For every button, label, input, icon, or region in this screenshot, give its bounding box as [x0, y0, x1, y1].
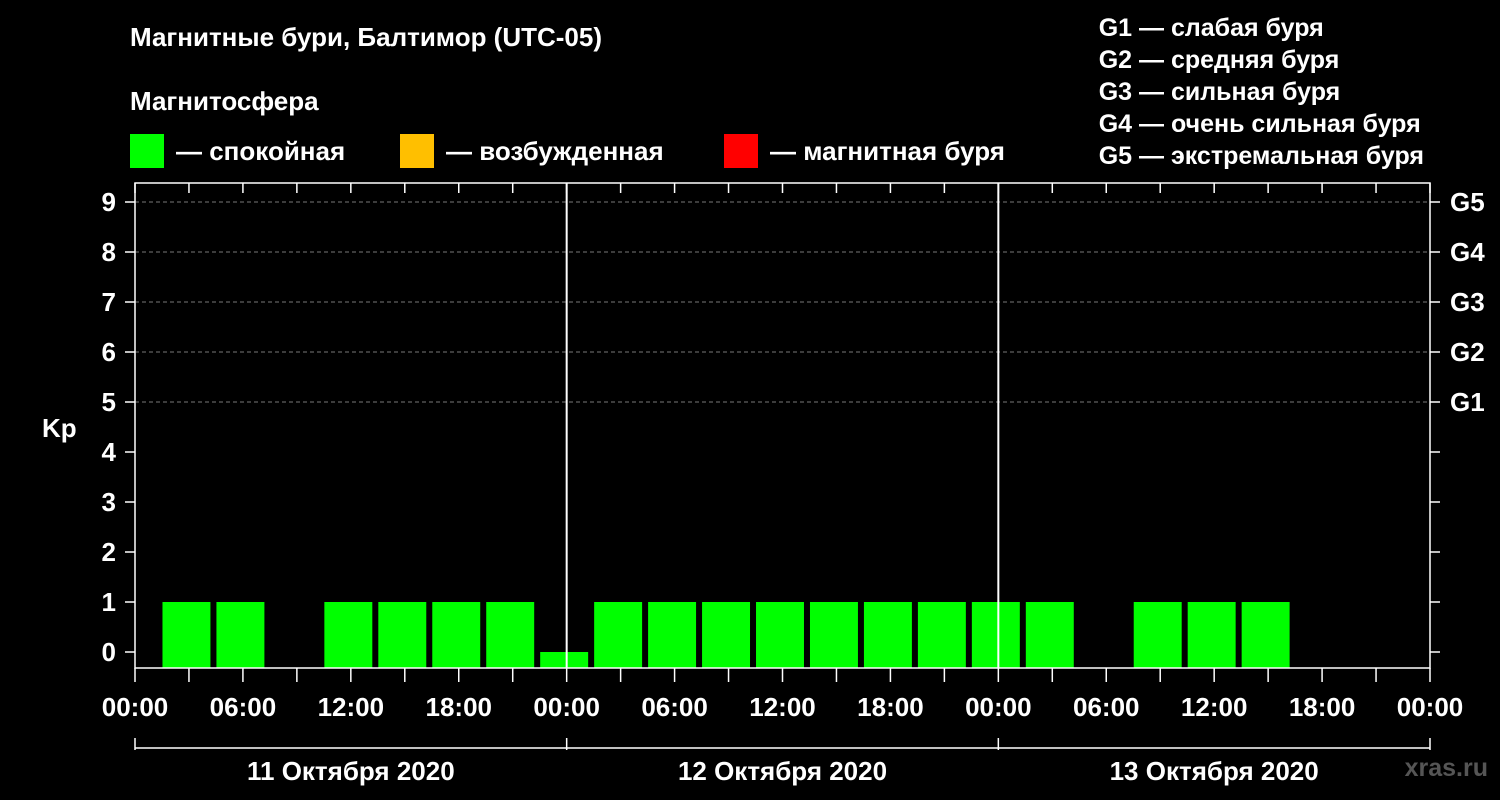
kp-bar [809, 602, 858, 668]
kp-bar [162, 602, 211, 668]
plot-frame [134, 182, 1431, 669]
kp-bar [863, 602, 912, 668]
x-tick-label: 06:00 [210, 692, 277, 722]
y-tick-label: 2 [102, 537, 116, 567]
kp-bar [917, 602, 966, 668]
kp-bar [594, 602, 643, 668]
kp-bar [1133, 602, 1182, 668]
kp-bar [971, 602, 1020, 668]
y-tick-label: 1 [102, 587, 116, 617]
y-tick-label: 5 [102, 387, 116, 417]
day-label: 13 Октября 2020 [1110, 756, 1319, 786]
x-tick-label: 18:00 [426, 692, 493, 722]
y-tick-label: 8 [102, 237, 116, 267]
kp-bar [1241, 602, 1290, 668]
y-tick-label: 4 [102, 437, 117, 467]
x-tick-label: 12:00 [318, 692, 385, 722]
x-tick-label: 06:00 [641, 692, 708, 722]
kp-bar [1187, 602, 1236, 668]
y-tick-label: 7 [102, 287, 116, 317]
day-label: 11 Октября 2020 [247, 756, 455, 786]
x-tick-label: 00:00 [102, 692, 169, 722]
watermark: xras.ru [1404, 754, 1488, 782]
x-tick-label: 00:00 [1397, 692, 1464, 722]
kp-bar [648, 602, 697, 668]
x-tick-label: 18:00 [1289, 692, 1356, 722]
kp-bar [324, 602, 373, 668]
right-axis-label: G3 [1450, 287, 1485, 317]
kp-bar [702, 602, 751, 668]
kp-chart: 0 1 2 3 4 5 6 7 8 9 Kp G1 G2 G3 G4 G5 00:00 06:00 12:00 18:… [42, 182, 1485, 786]
right-axis-label: G2 [1450, 337, 1485, 367]
x-tick-label: 00:00 [533, 692, 600, 722]
y-axis-label: Kp [42, 413, 77, 443]
y-tick-label: 3 [102, 487, 116, 517]
day-label: 12 Октября 2020 [678, 756, 887, 786]
kp-bar [378, 602, 427, 668]
right-axis-label: G5 [1450, 187, 1485, 217]
y-tick-label: 6 [102, 337, 116, 367]
kp-bar [1025, 602, 1074, 668]
kp-bar [486, 602, 535, 668]
kp-bar [432, 602, 481, 668]
x-tick-label: 06:00 [1073, 692, 1140, 722]
right-axis-label: G1 [1450, 387, 1485, 417]
x-tick-label: 12:00 [749, 692, 816, 722]
y-tick-label: 0 [102, 637, 116, 667]
x-tick-label: 18:00 [857, 692, 924, 722]
kp-bar [216, 602, 265, 668]
kp-bar [756, 602, 804, 668]
x-tick-label: 12:00 [1181, 692, 1248, 722]
y-tick-label: 9 [102, 187, 116, 217]
x-tick-label: 00:00 [965, 692, 1032, 722]
kp-bar [540, 652, 589, 668]
right-axis-label: G4 [1450, 237, 1485, 267]
